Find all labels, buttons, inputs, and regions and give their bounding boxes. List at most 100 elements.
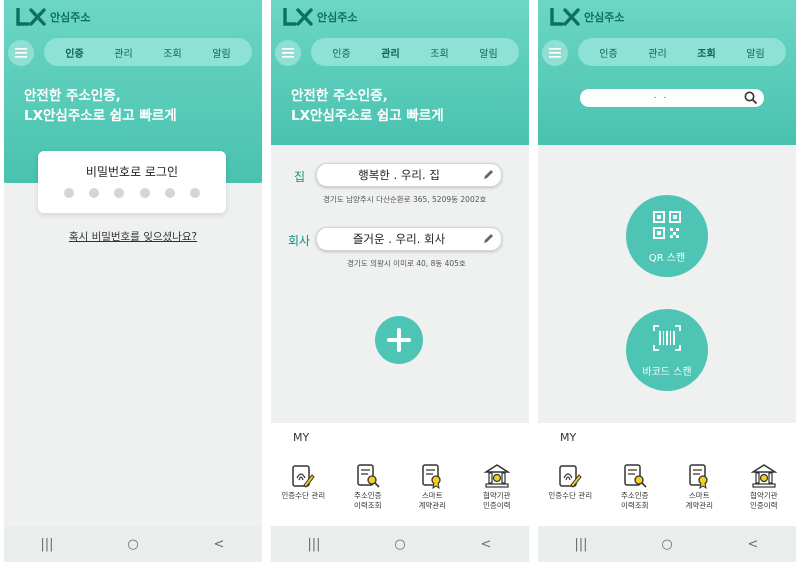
address-detail: 경기도 의왕시 이미로 40, 8동 405호 — [347, 259, 466, 268]
my-item-label: 주소인증 이력조회 — [353, 491, 382, 510]
my-item-label: 스마트 계약관리 — [418, 491, 447, 510]
brand-name: 안심주소 — [584, 11, 625, 24]
search-text: . . — [653, 91, 669, 101]
pin-dot — [164, 188, 175, 198]
system-nav-bar: ||| ○ < — [538, 526, 796, 562]
address-manage-screen: 안심주소 인증 관리 조회 알림 안전한 주소인증, LX안심주소로 쉽고 빠르… — [271, 0, 529, 562]
my-item-smart-contract[interactable]: 스마트 계약관리 — [669, 463, 729, 511]
hamburger-icon — [282, 48, 294, 58]
recents-icon[interactable]: ||| — [561, 537, 601, 552]
address-detail: 경기도 남양주시 다산순환로 365, 5209동 2002호 — [323, 195, 487, 204]
address-name: 행복한 . 우리. 집 — [358, 168, 440, 182]
tab-auth[interactable]: 인증 — [599, 45, 617, 60]
tab-lookup[interactable]: 조회 — [697, 45, 715, 60]
home-icon[interactable]: ○ — [647, 537, 687, 552]
recents-icon[interactable]: ||| — [27, 537, 67, 552]
menu-button[interactable] — [542, 40, 568, 66]
address-card-office[interactable]: 즐거운 . 우리. 회사 — [316, 227, 502, 251]
tab-manage[interactable]: 관리 — [114, 45, 132, 60]
pin-dot — [114, 188, 125, 198]
app-logo: 안심주소 — [16, 8, 90, 26]
tab-bar: 인증 관리 조회 알림 — [311, 38, 519, 66]
home-icon[interactable]: ○ — [113, 537, 153, 552]
hamburger-icon — [15, 48, 27, 58]
tab-alerts[interactable]: 알림 — [746, 45, 764, 60]
barcode-icon — [653, 325, 681, 351]
fingerprint-doc-icon — [559, 465, 582, 488]
search-icon[interactable] — [744, 91, 758, 105]
login-title: 비밀번호로 로그인 — [85, 165, 179, 179]
qr-scan-button[interactable]: QR 스캔 — [626, 195, 708, 277]
my-item-label: 주소인증 이력조회 — [620, 491, 649, 510]
headline: 안전한 주소인증, LX안심주소로 쉽고 빠르게 — [291, 86, 444, 126]
menu-button[interactable] — [8, 40, 34, 66]
pin-dot — [64, 188, 74, 198]
barcode-scan-button[interactable]: 바코드 스캔 — [626, 309, 708, 391]
brand-name: 안심주소 — [317, 11, 358, 24]
back-icon[interactable]: < — [199, 537, 239, 552]
headline-line1: 안전한 주소인증, — [24, 88, 121, 104]
brand-name: 안심주소 — [50, 11, 91, 24]
pin-dots — [64, 188, 200, 198]
lx-logo-icon — [283, 8, 313, 26]
pin-dot — [139, 188, 150, 198]
address-card-home[interactable]: 행복한 . 우리. 집 — [316, 163, 502, 187]
forgot-password-link[interactable]: 혹시 비밀번호를 잊으셨나요? — [4, 229, 262, 244]
tab-auth[interactable]: 인증 — [65, 45, 83, 60]
tab-manage[interactable]: 관리 — [381, 45, 399, 60]
edit-pencil-icon[interactable] — [483, 233, 494, 244]
my-panel: MY 인증수단 관리 주소인증 이력조회 스마트 계약관리 협약기관 인증이력 — [538, 423, 796, 526]
institution-icon — [483, 464, 510, 488]
my-item-auth-method[interactable]: 인증수단 관리 — [540, 463, 600, 511]
plus-icon — [387, 328, 411, 352]
my-item-label: 인증수단 관리 — [281, 491, 326, 500]
my-item-label: 스마트 계약관리 — [685, 491, 714, 510]
hamburger-icon — [549, 48, 561, 58]
header: 안심주소 인증 관리 조회 알림 안전한 주소인증, LX안심주소로 쉽고 빠르… — [271, 0, 529, 145]
tab-bar: 인증 관리 조회 알림 — [578, 38, 786, 66]
my-menu: 인증수단 관리 주소인증 이력조회 스마트 계약관리 협약기관 인증이력 — [271, 463, 529, 511]
tab-alerts[interactable]: 알림 — [479, 45, 497, 60]
home-icon[interactable]: ○ — [380, 537, 420, 552]
my-item-auth-method[interactable]: 인증수단 관리 — [273, 463, 333, 511]
scan-screen: 안심주소 인증 관리 조회 알림 . . QR 스캔 바코드 스캔 MY 인증수… — [538, 0, 796, 562]
add-address-button[interactable] — [375, 316, 423, 364]
qr-scan-label: QR 스캔 — [648, 253, 686, 264]
contract-icon — [689, 464, 708, 489]
my-item-label: 협약기관 인증이력 — [749, 491, 778, 510]
my-item-auth-history[interactable]: 주소인증 이력조회 — [605, 463, 665, 511]
lx-logo-icon — [550, 8, 580, 26]
back-icon[interactable]: < — [733, 537, 773, 552]
headline-line2: LX안심주소로 쉽고 빠르게 — [24, 108, 177, 124]
my-item-auth-history[interactable]: 주소인증 이력조회 — [338, 463, 398, 511]
lx-logo-icon — [16, 8, 46, 26]
recents-icon[interactable]: ||| — [294, 537, 334, 552]
barcode-scan-label: 바코드 스캔 — [642, 367, 692, 378]
my-item-partner-history[interactable]: 협약기관 인증이력 — [734, 463, 794, 511]
tab-alerts[interactable]: 알림 — [212, 45, 230, 60]
back-icon[interactable]: < — [466, 537, 506, 552]
tab-lookup[interactable]: 조회 — [163, 45, 181, 60]
my-title: MY — [293, 431, 310, 444]
tab-lookup[interactable]: 조회 — [430, 45, 448, 60]
search-input[interactable]: . . — [580, 89, 764, 107]
pin-dot — [89, 188, 100, 198]
doc-search-icon — [624, 464, 647, 488]
tab-bar: 인증 관리 조회 알림 — [44, 38, 252, 66]
doc-search-icon — [357, 464, 380, 488]
my-item-smart-contract[interactable]: 스마트 계약관리 — [402, 463, 462, 511]
password-login-card[interactable]: 비밀번호로 로그인 — [38, 151, 226, 213]
login-screen: 안심주소 인증 관리 조회 알림 안전한 주소인증, LX안심주소로 쉽고 빠르… — [4, 0, 262, 562]
tab-manage[interactable]: 관리 — [648, 45, 666, 60]
header: 안심주소 인증 관리 조회 알림 . . — [538, 0, 796, 145]
contract-icon — [422, 464, 441, 489]
my-panel: MY 인증수단 관리 주소인증 이력조회 스마트 계약관리 협약기관 인증이력 — [271, 423, 529, 526]
app-logo: 안심주소 — [550, 8, 624, 26]
headline: 안전한 주소인증, LX안심주소로 쉽고 빠르게 — [24, 86, 177, 126]
address-label-office: 회사 — [288, 234, 311, 248]
my-item-partner-history[interactable]: 협약기관 인증이력 — [467, 463, 527, 511]
edit-pencil-icon[interactable] — [483, 169, 494, 180]
tab-auth[interactable]: 인증 — [332, 45, 350, 60]
fingerprint-doc-icon — [292, 465, 315, 488]
menu-button[interactable] — [275, 40, 301, 66]
